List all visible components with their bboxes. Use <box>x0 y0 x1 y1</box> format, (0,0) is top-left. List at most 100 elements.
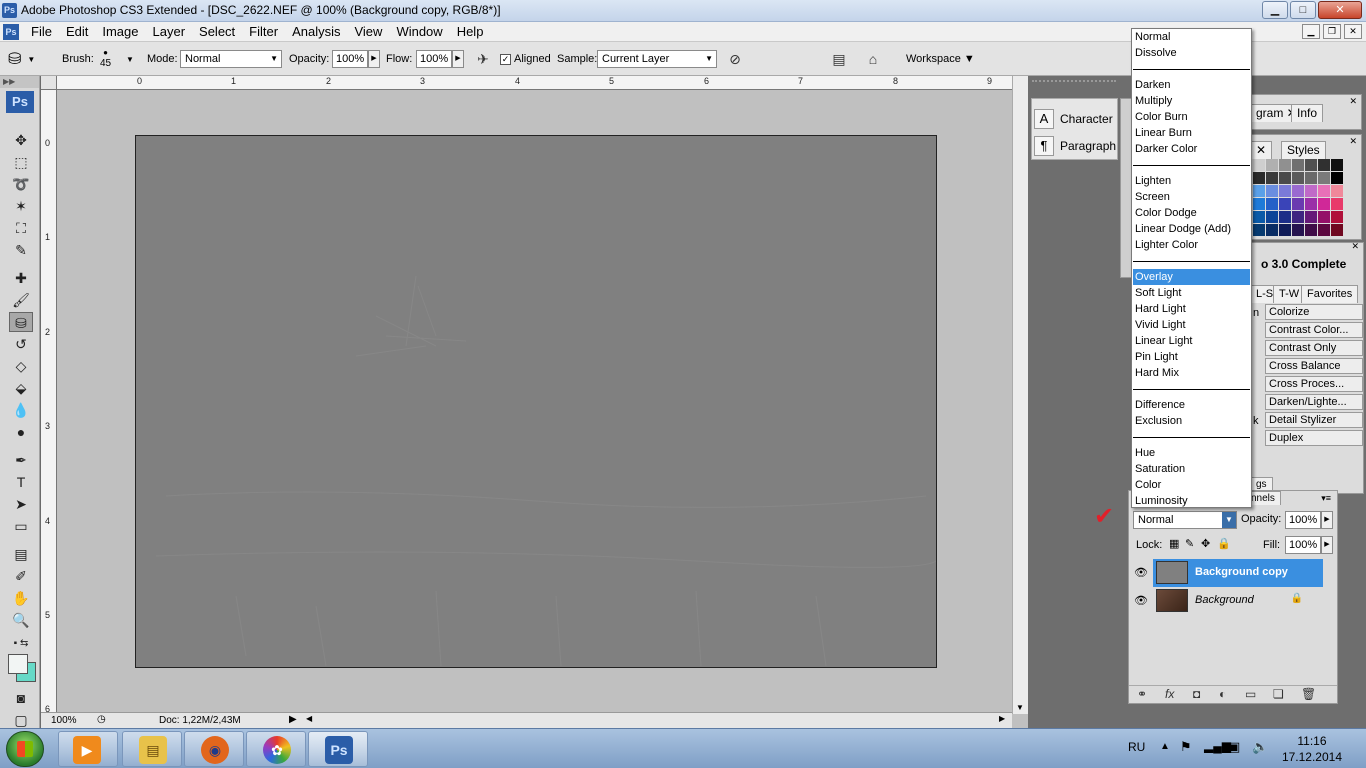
taskbar-photoshop[interactable]: Ps <box>308 731 368 767</box>
blend-option[interactable]: Lighter Color <box>1133 237 1250 253</box>
opacity-slider-button[interactable]: ▶ <box>368 50 380 68</box>
tab-info[interactable]: Info <box>1291 104 1324 122</box>
blend-option[interactable]: Screen <box>1133 189 1250 205</box>
blend-option[interactable]: Color Burn <box>1133 109 1250 125</box>
action-button-colorize[interactable]: Colorize <box>1265 304 1363 320</box>
menu-edit[interactable]: Edit <box>59 24 95 40</box>
eraser-tool-icon[interactable]: ◇ <box>9 356 33 376</box>
move-tool-icon[interactable]: ✥ <box>9 130 33 150</box>
pen-tool-icon[interactable]: ✒ <box>9 450 33 470</box>
path-selection-tool-icon[interactable]: ➤ <box>9 494 33 514</box>
crop-tool-icon[interactable]: ⛶ <box>9 218 33 238</box>
minimize-button[interactable]: ▁ <box>1262 1 1288 19</box>
tab-swatches[interactable]: ✕ <box>1250 141 1273 159</box>
slice-tool-icon[interactable]: ✎ <box>9 240 33 260</box>
menu-analysis[interactable]: Analysis <box>285 24 347 40</box>
horizontal-ruler[interactable]: 0 1 2 3 4 5 6 7 8 9 <box>57 76 1012 90</box>
notes-tool-icon[interactable]: ▤ <box>9 544 33 564</box>
sample-select[interactable]: Current Layer ▼ <box>597 50 717 68</box>
blend-option[interactable]: Difference <box>1133 397 1250 413</box>
power-icon[interactable]: ▣ <box>1228 739 1240 755</box>
menu-file[interactable]: File <box>24 24 59 40</box>
airbrush-icon[interactable]: ✈ <box>472 48 494 70</box>
blend-option[interactable]: Hue <box>1133 445 1250 461</box>
zoom-level[interactable]: 100% <box>51 715 77 726</box>
character-panel-button[interactable]: A Character <box>1034 107 1113 131</box>
flow-slider-button[interactable]: ▶ <box>452 50 464 68</box>
palette-well-icon[interactable]: ▤ <box>828 48 850 70</box>
taskbar-media-player[interactable]: ▶ <box>58 731 118 767</box>
clone-stamp-tool-icon[interactable]: ⛁ <box>9 312 33 332</box>
blend-option[interactable]: Lighten <box>1133 173 1250 189</box>
eyedropper-tool-icon[interactable]: ✐ <box>9 566 33 586</box>
layer-mask-icon[interactable]: ◘ <box>1193 687 1200 701</box>
brush-picker[interactable]: ● 45 <box>100 42 111 76</box>
new-layer-icon[interactable]: ❏ <box>1273 687 1284 701</box>
taskbar-picasa[interactable]: ✿ <box>246 731 306 767</box>
taskbar-firefox[interactable]: ◉ <box>184 731 244 767</box>
adjustment-layer-icon[interactable]: ◐ <box>1219 687 1226 701</box>
show-hidden-icons-icon[interactable]: ▲ <box>1160 741 1170 752</box>
workspace-menu[interactable]: Workspace ▼ <box>906 42 975 76</box>
status-info-icon[interactable]: ◷ <box>97 714 106 725</box>
visibility-eye-icon[interactable]: 👁 <box>1133 565 1149 581</box>
photoshop-menu-icon[interactable]: Ps <box>3 24 19 40</box>
blend-option[interactable]: Luminosity <box>1133 493 1250 509</box>
start-button[interactable] <box>6 731 44 767</box>
fill-slider[interactable]: ▶ <box>1321 536 1333 554</box>
blend-option[interactable]: Pin Light <box>1133 349 1250 365</box>
type-tool-icon[interactable]: T <box>9 472 33 492</box>
delete-layer-icon[interactable]: 🗑 <box>1301 687 1316 701</box>
link-layers-icon[interactable]: ⚭ <box>1137 687 1147 701</box>
layer-style-icon[interactable]: fx <box>1165 687 1174 701</box>
dodge-tool-icon[interactable]: ● <box>9 422 33 442</box>
chevron-down-icon[interactable]: ▼ <box>1222 512 1236 528</box>
tab-styles[interactable]: Styles <box>1281 141 1326 159</box>
blend-option[interactable]: Normal <box>1133 29 1250 45</box>
volume-icon[interactable]: 🔈 <box>1252 739 1268 755</box>
blend-option[interactable]: Linear Dodge (Add) <box>1133 221 1250 237</box>
screen-mode-icon[interactable]: ▢ <box>9 710 33 730</box>
network-signal-icon[interactable]: ▂▄▆ <box>1204 739 1231 753</box>
paint-bucket-tool-icon[interactable]: ⬙ <box>9 378 33 398</box>
brush-tool-icon[interactable]: 🖌 <box>9 290 33 310</box>
scroll-right-icon[interactable]: ▶ <box>999 714 1005 723</box>
action-button-darken-lighten[interactable]: Darken/Lighte... <box>1265 394 1363 410</box>
default-colors-icon[interactable]: ▪ ⇆ <box>9 634 33 654</box>
lasso-tool-icon[interactable]: ➰ <box>9 174 33 194</box>
opacity-input[interactable]: 100% <box>332 50 368 68</box>
close-icon[interactable]: ✕ <box>1349 136 1357 147</box>
vertical-ruler[interactable]: 0 1 2 3 4 5 6 <box>41 90 57 714</box>
blend-option[interactable]: Linear Light <box>1133 333 1250 349</box>
blend-option[interactable]: Color <box>1133 477 1250 493</box>
maximize-button[interactable]: □ <box>1290 1 1316 19</box>
menu-view[interactable]: View <box>347 24 389 40</box>
status-menu-arrow-icon[interactable]: ▶ <box>289 714 297 725</box>
blend-option[interactable]: Exclusion <box>1133 413 1250 429</box>
blend-option[interactable]: Darken <box>1133 77 1250 93</box>
action-button-contrast-only[interactable]: Contrast Only <box>1265 340 1363 356</box>
visibility-eye-icon[interactable]: 👁 <box>1133 593 1149 609</box>
menu-help[interactable]: Help <box>450 24 491 40</box>
layer-opacity-input[interactable]: 100% <box>1285 511 1321 529</box>
hand-tool-icon[interactable]: ✋ <box>9 588 33 608</box>
zoom-tool-icon[interactable]: 🔍 <box>9 610 33 630</box>
blend-option[interactable]: Linear Burn <box>1133 125 1250 141</box>
magic-wand-tool-icon[interactable]: ✶ <box>9 196 33 216</box>
language-indicator[interactable]: RU <box>1128 740 1145 754</box>
swatch-grid[interactable] <box>1253 159 1343 236</box>
tool-preset-picker[interactable]: ⛁ ▼ <box>8 42 35 76</box>
blend-option[interactable]: Soft Light <box>1133 285 1250 301</box>
healing-brush-tool-icon[interactable]: ✚ <box>9 268 33 288</box>
marquee-tool-icon[interactable]: ⬚ <box>9 152 33 172</box>
fill-input[interactable]: 100% <box>1285 536 1321 554</box>
mode-select[interactable]: Normal ▼ <box>180 50 282 68</box>
ruler-origin[interactable] <box>41 76 57 90</box>
paragraph-panel-button[interactable]: ¶ Paragraph <box>1034 134 1116 158</box>
scroll-left-icon[interactable]: ◀ <box>306 714 312 723</box>
menu-select[interactable]: Select <box>192 24 242 40</box>
blur-tool-icon[interactable]: 💧 <box>9 400 33 420</box>
lock-all-icon[interactable]: 🔒 <box>1217 537 1231 550</box>
action-button-cross-process[interactable]: Cross Proces... <box>1265 376 1363 392</box>
blend-option[interactable]: Hard Mix <box>1133 365 1250 381</box>
